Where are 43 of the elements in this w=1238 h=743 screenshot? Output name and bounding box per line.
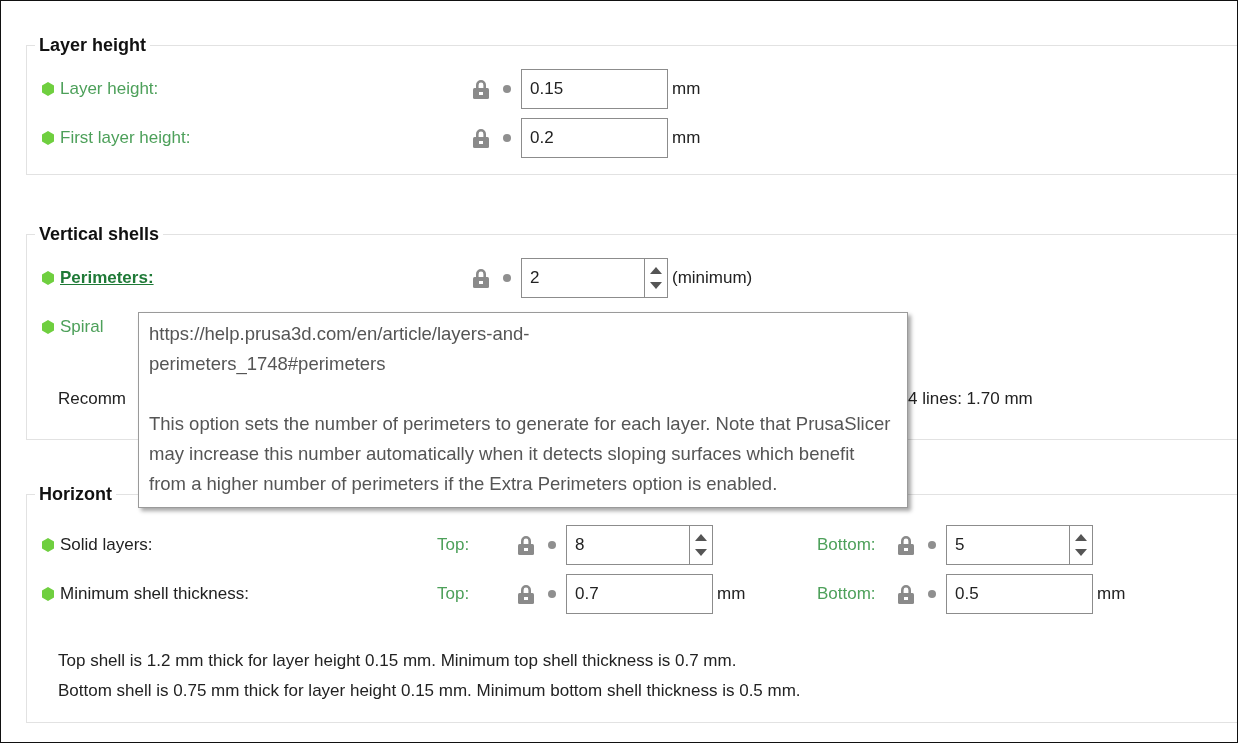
dot-icon — [928, 540, 936, 549]
info-text: 4 lines: 1.70 mm — [908, 389, 1033, 409]
lock-icon[interactable] — [472, 78, 490, 99]
option-label: Minimum shell thickness: — [60, 583, 250, 604]
lock-icon[interactable] — [897, 534, 915, 555]
dot-icon — [548, 589, 556, 598]
option-label: Layer height: — [60, 78, 160, 99]
unit-label: mm — [672, 78, 701, 99]
spin-field[interactable]: 5 — [946, 524, 1093, 565]
unit-label: (minimum) — [672, 267, 753, 288]
field-label: Bottom: — [817, 534, 877, 555]
lock-icon[interactable] — [472, 267, 490, 288]
dot-icon — [503, 84, 511, 93]
dot-icon — [928, 589, 936, 598]
field-label: Top: — [437, 534, 471, 555]
input-field[interactable]: 0.15 — [521, 68, 668, 109]
info-text: Recomm — [58, 389, 127, 409]
input-field[interactable]: 0.2 — [521, 117, 668, 158]
option-label: Solid layers: — [60, 534, 154, 555]
unit-label: mm — [672, 127, 701, 148]
section-title: Vertical shells — [38, 224, 161, 245]
tooltip-text: This option sets the number of perimeters to generate for each layer. Note that PrusaSlicer may increase this number automatically when it detects sloping surfaces which benefit from a higher number of perimeters if the Extra Perimeters option is enabled. — [149, 412, 891, 496]
input-field[interactable]: 0.5 — [946, 573, 1093, 614]
info-text: Top shell is 1.2 mm thick for layer height 0.15 mm. Minimum top shell thickness is 0.7 mm. — [58, 650, 738, 672]
dot-icon — [503, 133, 511, 142]
section-title: Layer height — [38, 35, 148, 56]
dot-icon — [548, 540, 556, 549]
unit-label: mm — [717, 583, 746, 604]
lock-icon[interactable] — [897, 583, 915, 604]
info-text: Bottom shell is 0.75 mm thick for layer height 0.15 mm. Minimum bottom shell thickness is 0.5 mm. — [58, 680, 802, 702]
lock-icon[interactable] — [517, 583, 535, 604]
field-label: Bottom: — [817, 583, 877, 604]
option-link[interactable]: Perimeters: — [60, 267, 472, 288]
unit-label: mm — [1097, 583, 1126, 604]
lock-icon[interactable] — [472, 127, 490, 148]
input-field[interactable]: 0.7 — [566, 573, 713, 614]
dot-icon — [503, 273, 511, 282]
lock-icon[interactable] — [517, 534, 535, 555]
field-label: Top: — [437, 583, 471, 604]
spin-field[interactable]: 2 — [521, 257, 668, 298]
option-label: First layer height: — [60, 127, 192, 148]
spin-field[interactable]: 8 — [566, 524, 713, 565]
section-title: Horizont — [38, 484, 113, 505]
